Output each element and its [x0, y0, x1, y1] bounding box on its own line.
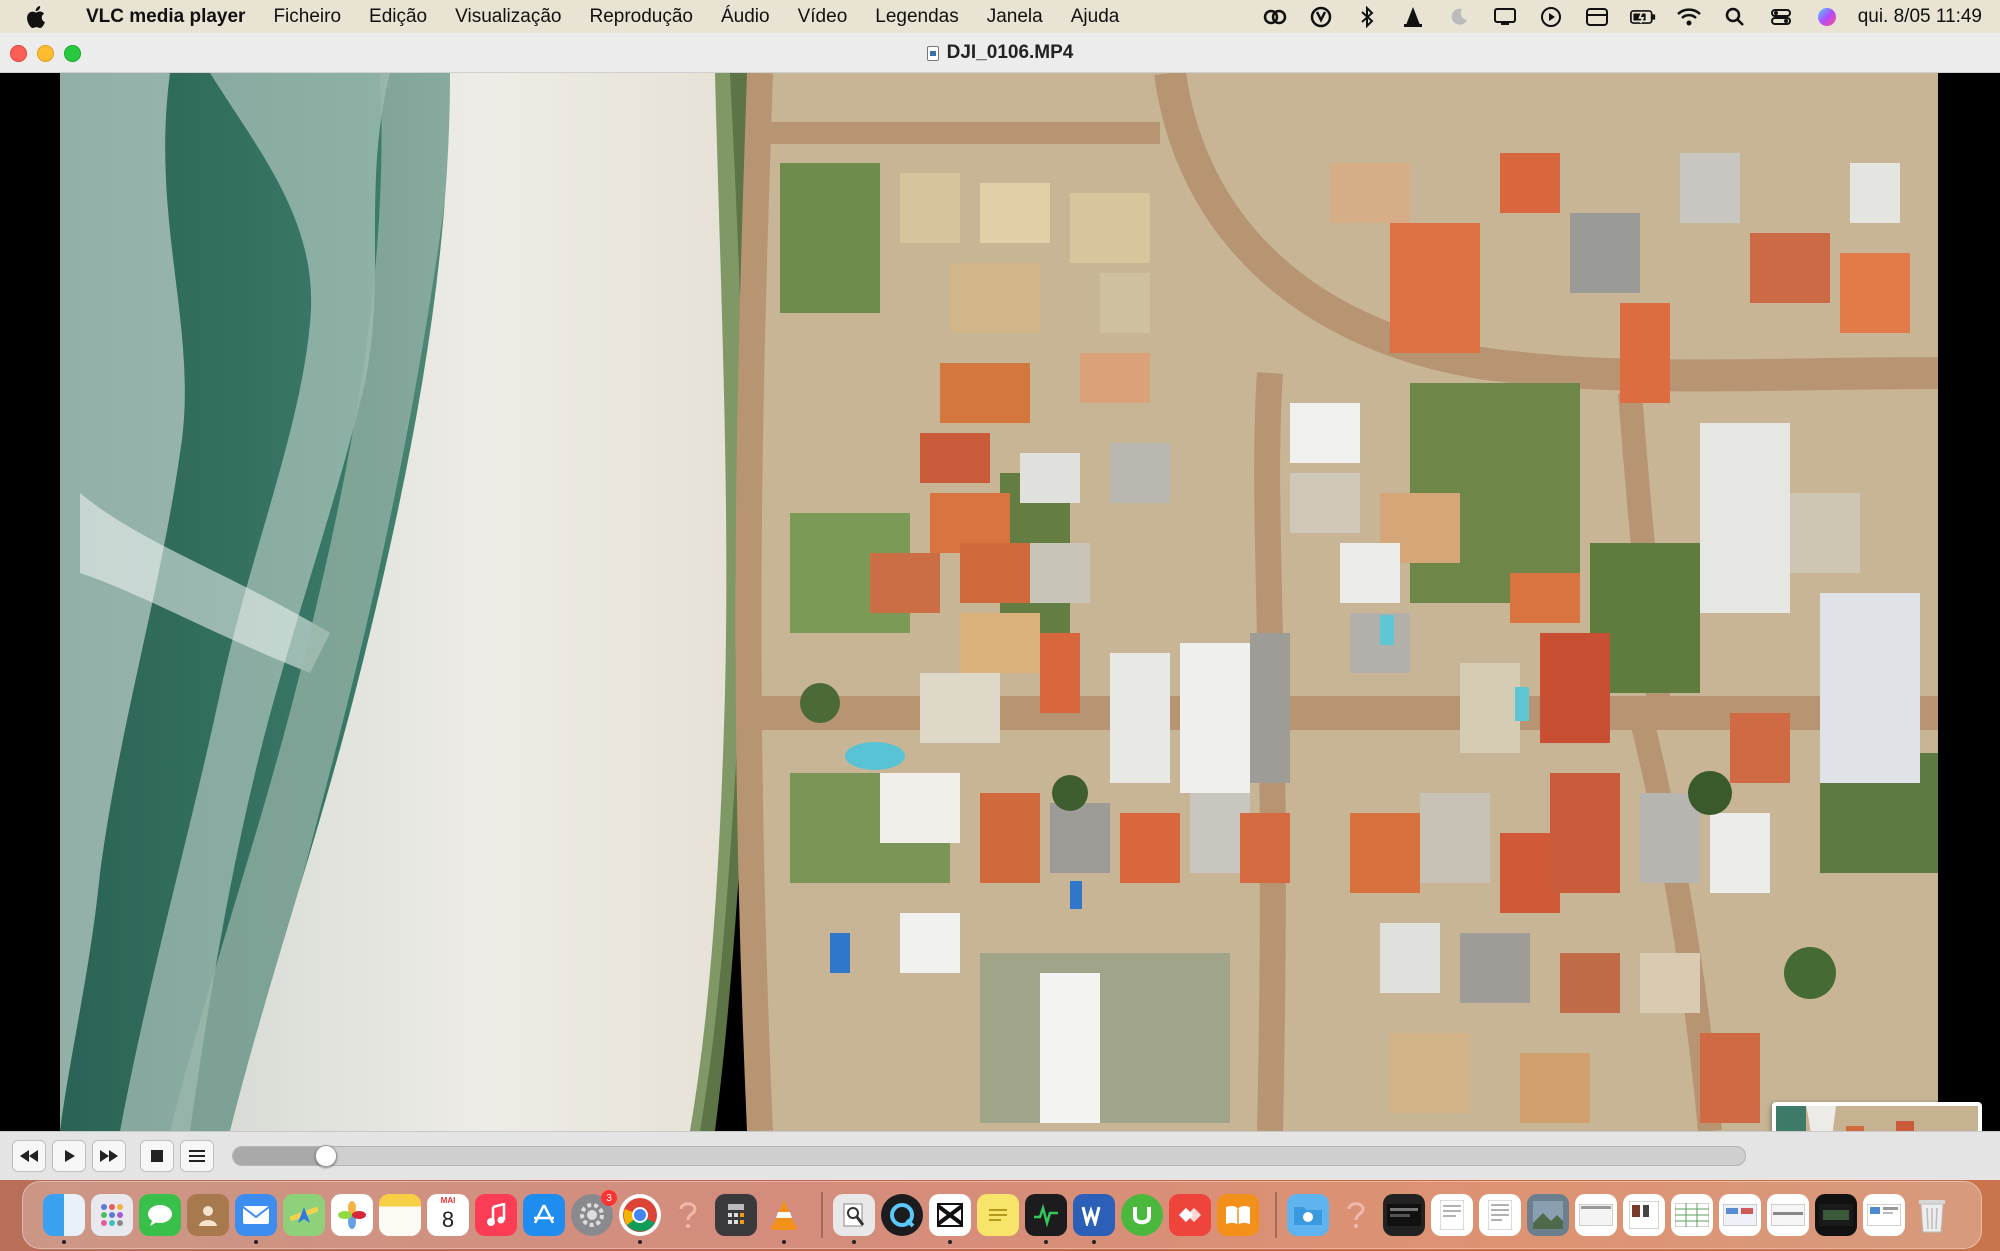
stickies-icon[interactable]: [977, 1194, 1019, 1236]
timeline-played: [233, 1147, 326, 1165]
thumbnail-image: [1776, 1106, 1978, 1131]
moon-icon[interactable]: [1446, 6, 1472, 28]
playback-controls: [0, 1131, 2000, 1180]
video-frame: [60, 73, 1938, 1131]
screenshot-thumbnail-2-icon[interactable]: [1623, 1194, 1665, 1236]
messages-icon[interactable]: [139, 1194, 181, 1236]
calendar-icon[interactable]: MAI 8: [427, 1194, 469, 1236]
launchpad-icon[interactable]: [91, 1194, 133, 1236]
menu-ajuda[interactable]: Ajuda: [1057, 0, 1134, 33]
photos-icon[interactable]: [331, 1194, 373, 1236]
timeline-scrubber-knob[interactable]: [314, 1145, 337, 1167]
video-viewport[interactable]: [0, 73, 2000, 1131]
playlist-icon: [189, 1150, 205, 1162]
spreadsheet-thumbnail-icon[interactable]: [1671, 1194, 1713, 1236]
menu-edicao[interactable]: Edição: [355, 0, 441, 33]
trash-icon[interactable]: [1911, 1194, 1953, 1236]
quicktime-icon[interactable]: [881, 1194, 923, 1236]
chrome-icon[interactable]: [619, 1194, 661, 1244]
capcut-icon[interactable]: [929, 1194, 971, 1244]
help-question-icon[interactable]: [667, 1194, 709, 1236]
settings-badge: 3: [601, 1190, 617, 1206]
dock: MAI 8 3: [22, 1181, 1982, 1249]
help-question-icon-2[interactable]: [1335, 1194, 1377, 1236]
play-button[interactable]: [52, 1140, 86, 1172]
fast-forward-button[interactable]: [92, 1140, 126, 1172]
menu-reproducao[interactable]: Reprodução: [575, 0, 707, 33]
books-icon[interactable]: [1217, 1194, 1259, 1236]
malwarebytes-icon[interactable]: [1308, 6, 1334, 28]
contacts-icon[interactable]: [187, 1194, 229, 1236]
aerial-beach-scene: [60, 73, 1938, 1131]
battery-icon[interactable]: [1629, 6, 1656, 28]
music-icon[interactable]: [475, 1194, 517, 1236]
document-thumbnail-1-icon[interactable]: [1383, 1194, 1425, 1236]
menu-clock[interactable]: qui. 8/05 11:49: [1858, 6, 1982, 28]
menu-ficheiro[interactable]: Ficheiro: [259, 0, 355, 33]
screenshot-thumbnail-5-icon[interactable]: [1863, 1194, 1905, 1236]
anydesk-icon[interactable]: [1169, 1194, 1211, 1236]
calculator-icon[interactable]: [715, 1194, 757, 1236]
window-title-text: DJI_0106.MP4: [946, 42, 1074, 63]
window-title-bar[interactable]: DJI_0106.MP4: [0, 33, 2000, 73]
creative-cloud-icon[interactable]: [1262, 6, 1288, 28]
rewind-icon: [20, 1150, 38, 1162]
word-icon[interactable]: [1073, 1194, 1115, 1244]
window-manager-icon[interactable]: [1584, 6, 1610, 28]
window-title: DJI_0106.MP4: [0, 33, 2000, 73]
siri-icon[interactable]: [1814, 6, 1840, 28]
finder-icon[interactable]: [43, 1194, 85, 1244]
maps-icon[interactable]: [283, 1194, 325, 1236]
menu-janela[interactable]: Janela: [973, 0, 1057, 33]
bluetooth-icon[interactable]: [1354, 5, 1380, 28]
spotlight-search-icon[interactable]: [1722, 6, 1748, 28]
activity-monitor-icon[interactable]: [1025, 1194, 1067, 1244]
utorrent-icon[interactable]: [1121, 1194, 1163, 1236]
menu-visualizacao[interactable]: Visualização: [441, 0, 575, 33]
menu-app-name[interactable]: VLC media player: [72, 0, 259, 33]
notes-icon[interactable]: [379, 1194, 421, 1236]
control-center-icon[interactable]: [1768, 6, 1794, 28]
stop-button[interactable]: [140, 1140, 174, 1172]
screenshot-thumbnail-3-icon[interactable]: [1719, 1194, 1761, 1236]
video-thumbnail-icon[interactable]: [1815, 1194, 1857, 1236]
playback-timeline[interactable]: [232, 1145, 1746, 1167]
screenshot-thumbnail-1-icon[interactable]: [1575, 1194, 1617, 1236]
system-settings-icon[interactable]: 3: [571, 1190, 617, 1236]
vlc-icon[interactable]: [763, 1194, 805, 1244]
rewind-button[interactable]: [12, 1140, 46, 1172]
menu-bar: VLC media player Ficheiro Edição Visuali…: [0, 0, 2000, 33]
vlc-cone-icon[interactable]: [1400, 6, 1426, 28]
fast-forward-icon: [100, 1150, 118, 1162]
apple-icon[interactable]: [24, 4, 50, 30]
play-icon: [65, 1150, 75, 1162]
video-thumbnail-preview[interactable]: [1772, 1102, 1982, 1131]
play-circle-icon[interactable]: [1538, 6, 1564, 28]
calendar-day: 8: [441, 1207, 455, 1232]
screenshot-thumbnail-4-icon[interactable]: [1767, 1194, 1809, 1236]
display-icon[interactable]: [1492, 6, 1518, 28]
playlist-button[interactable]: [180, 1140, 214, 1172]
stop-icon: [151, 1150, 163, 1162]
menu-video[interactable]: Vídeo: [784, 0, 862, 33]
photo-thumbnail-icon[interactable]: [1527, 1194, 1569, 1236]
downloads-folder-icon[interactable]: [1287, 1194, 1329, 1236]
document-thumbnail-2-icon[interactable]: [1431, 1194, 1473, 1236]
menu-audio[interactable]: Áudio: [707, 0, 784, 33]
calendar-month: MAI: [440, 1196, 456, 1205]
mail-icon[interactable]: [235, 1194, 277, 1244]
preview-icon[interactable]: [833, 1194, 875, 1244]
video-file-icon: [926, 45, 939, 61]
wifi-icon[interactable]: [1676, 6, 1702, 28]
dock-separator-2: [1275, 1192, 1277, 1238]
dock-separator: [821, 1192, 823, 1238]
menu-legendas[interactable]: Legendas: [861, 0, 972, 33]
app-store-icon[interactable]: [523, 1194, 565, 1236]
document-thumbnail-3-icon[interactable]: [1479, 1194, 1521, 1236]
